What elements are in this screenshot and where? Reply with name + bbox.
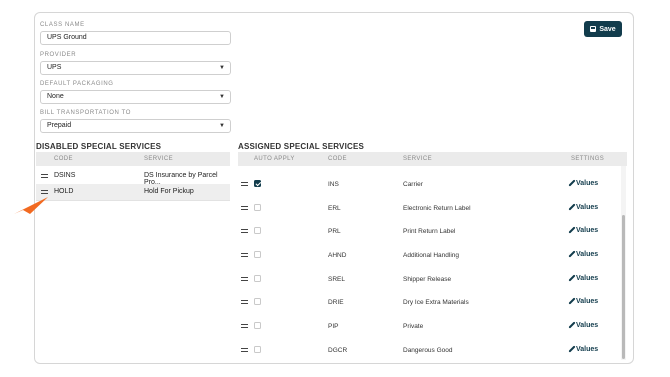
disabled-table-header: CODE SERVICE [36,152,230,166]
values-button[interactable]: Values [568,203,598,211]
class-name-input[interactable]: UPS Ground [40,31,231,45]
values-button[interactable]: Values [568,179,598,187]
auto-apply-checkbox[interactable] [254,275,261,282]
disabled-header-code: CODE [54,156,73,162]
assigned-row[interactable]: DGCR Dangerous Good Values [238,339,623,363]
save-label: Save [599,25,616,33]
assigned-header-auto-apply: AUTO APPLY [254,156,295,162]
assigned-row-code: SREL [328,276,345,283]
assigned-row[interactable]: INS Carrier Values [238,173,623,197]
default-packaging-label: DEFAULT PACKAGING [40,81,114,87]
drag-handle-icon[interactable] [241,300,248,304]
drag-handle-icon[interactable] [241,324,248,328]
auto-apply-checkbox[interactable] [254,322,261,329]
assigned-row-service: Additional Handling [403,252,460,259]
disabled-row-code: DSINS [54,172,76,179]
assigned-row-service: Shipper Release [403,276,452,283]
drag-handle-icon[interactable] [241,277,248,281]
assigned-row-code: DGCR [328,347,348,354]
assigned-row[interactable]: PRL Print Return Label Values [238,220,623,244]
pencil-icon [568,345,576,353]
disabled-header-service: SERVICE [144,156,174,162]
floppy-disk-icon [590,26,597,32]
class-name-label: CLASS NAME [40,22,85,28]
assigned-row-code: PRL [328,228,341,235]
assigned-row[interactable]: PIP Private Values [238,315,623,339]
assigned-row-service: Dry Ice Extra Materials [403,299,469,306]
assigned-services-title: ASSIGNED SPECIAL SERVICES [238,142,365,151]
assigned-row[interactable]: AHND Additional Handling Values [238,244,623,268]
assigned-row-code: DRIE [328,299,344,306]
drag-handle-icon[interactable] [241,206,248,210]
auto-apply-checkbox[interactable] [254,227,261,234]
assigned-row-code: PIP [328,323,339,330]
drag-handle-icon[interactable] [241,348,248,352]
pencil-icon [568,297,576,305]
bill-transportation-select[interactable]: Prepaid ▼ [40,119,231,133]
disabled-services-title: DISABLED SPECIAL SERVICES [36,142,162,151]
auto-apply-checkbox[interactable] [254,298,261,305]
assigned-header-settings: SETTINGS [571,156,605,162]
caret-down-icon: ▼ [219,123,225,129]
caret-down-icon: ▼ [219,65,225,71]
pencil-icon [568,226,576,234]
caret-down-icon: ▼ [219,94,225,100]
values-button[interactable]: Values [568,345,598,353]
save-button[interactable]: Save [584,21,622,37]
provider-label: PROVIDER [40,52,77,58]
drag-handle-icon[interactable] [241,253,248,257]
divider [36,200,230,201]
pencil-icon [568,274,576,282]
default-packaging-select[interactable]: None ▼ [40,90,231,104]
values-button[interactable]: Values [568,226,598,234]
bill-transportation-label: BILL TRANSPORTATION TO [40,110,131,116]
provider-select[interactable]: UPS ▼ [40,61,231,75]
assigned-row[interactable]: SREL Shipper Release Values [238,268,623,292]
pencil-icon [568,321,576,329]
values-button[interactable]: Values [568,321,598,329]
disabled-row[interactable]: HOLD Hold For Pickup [36,184,230,200]
assigned-row-service: Electronic Return Label [403,205,471,212]
values-button[interactable]: Values [568,297,598,305]
auto-apply-checkbox[interactable] [254,180,261,187]
auto-apply-checkbox[interactable] [254,346,261,353]
assigned-row-service: Carrier [403,181,423,188]
values-button[interactable]: Values [568,274,598,282]
assigned-table-header: AUTO APPLY CODE SERVICE SETTINGS [238,152,627,166]
assigned-row-service: Dangerous Good [403,347,453,354]
assigned-row-code: INS [328,181,339,188]
auto-apply-checkbox[interactable] [254,204,261,211]
auto-apply-checkbox[interactable] [254,251,261,258]
assigned-row[interactable]: ERL Electronic Return Label Values [238,197,623,221]
disabled-row[interactable]: DSINS DS Insurance by Parcel Pro... [36,168,230,186]
disabled-row-code: HOLD [54,188,74,195]
assigned-row-service: Print Return Label [403,228,456,235]
assigned-row-code: AHND [328,252,347,259]
pencil-icon [568,203,576,211]
pencil-icon [568,250,576,258]
assigned-row-service: Private [403,323,424,330]
drag-handle-icon[interactable] [41,174,48,178]
disabled-row-service: Hold For Pickup [144,188,194,195]
values-button[interactable]: Values [568,250,598,258]
assigned-row[interactable]: DRIE Dry Ice Extra Materials Values [238,291,623,315]
assigned-row-code: ERL [328,205,341,212]
pencil-icon [568,179,576,187]
pointer-arrow-icon [14,197,48,214]
assigned-header-code: CODE [328,156,347,162]
assigned-header-service: SERVICE [403,156,433,162]
drag-handle-icon[interactable] [241,229,248,233]
drag-handle-icon[interactable] [241,182,248,186]
